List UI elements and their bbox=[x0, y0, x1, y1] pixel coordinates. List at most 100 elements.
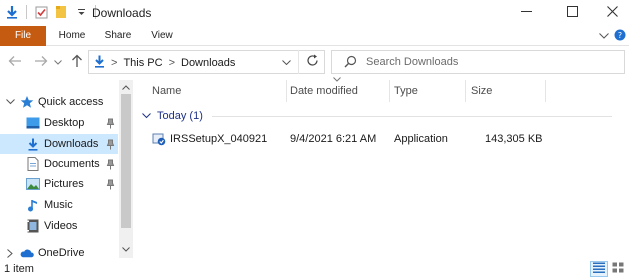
new-folder-icon[interactable] bbox=[53, 4, 69, 20]
breadcrumb-this-pc[interactable]: This PC bbox=[123, 57, 162, 69]
help-icon: ? bbox=[614, 29, 626, 44]
svg-text:?: ? bbox=[618, 31, 622, 40]
nav-item-pictures[interactable]: Pictures bbox=[0, 174, 118, 194]
nav-label: OneDrive bbox=[38, 247, 85, 259]
quick-access-toolbar bbox=[4, 4, 98, 20]
tab-file[interactable]: File bbox=[0, 26, 46, 46]
properties-check-icon[interactable] bbox=[33, 4, 49, 20]
nav-item-downloads[interactable]: Downloads bbox=[0, 134, 118, 154]
column-divider[interactable] bbox=[389, 80, 390, 102]
maximize-icon bbox=[566, 6, 578, 20]
pictures-folder-icon bbox=[26, 177, 40, 191]
pin-icon bbox=[105, 117, 115, 129]
expand-ribbon-button[interactable] bbox=[596, 28, 612, 44]
nav-label: Downloads bbox=[44, 138, 99, 150]
arrow-up-icon bbox=[71, 54, 83, 71]
search-icon bbox=[344, 55, 357, 71]
close-button[interactable] bbox=[592, 0, 629, 26]
group-header-today[interactable]: Today (1) bbox=[142, 108, 612, 124]
scroll-down-icon[interactable] bbox=[121, 244, 131, 254]
file-name: IRSSetupX_040921 bbox=[170, 133, 268, 145]
file-type: Application bbox=[394, 133, 448, 145]
refresh-icon bbox=[306, 54, 319, 70]
details-view-button[interactable] bbox=[590, 261, 608, 277]
column-header-size[interactable]: Size bbox=[471, 80, 492, 102]
breadcrumb-downloads[interactable]: Downloads bbox=[181, 57, 235, 69]
chevron-down-icon[interactable] bbox=[5, 97, 15, 107]
star-icon bbox=[20, 95, 34, 109]
scrollbar-thumb[interactable] bbox=[121, 94, 131, 228]
nav-label: Pictures bbox=[44, 178, 84, 190]
tab-view[interactable]: View bbox=[146, 26, 178, 46]
title-bar: Downloads bbox=[0, 0, 629, 26]
column-header-date-modified[interactable]: Date modified bbox=[290, 80, 358, 102]
chevron-down-icon bbox=[142, 110, 151, 122]
large-icons-view-icon bbox=[612, 262, 624, 276]
column-divider[interactable] bbox=[286, 80, 287, 102]
nav-label: Videos bbox=[44, 220, 78, 232]
status-bar: 1 item bbox=[0, 260, 629, 278]
videos-icon bbox=[26, 219, 40, 233]
refresh-button[interactable] bbox=[298, 50, 325, 74]
navigation-pane: Quick access Desktop Downloads Documents… bbox=[0, 80, 134, 259]
breadcrumb-separator: > bbox=[168, 57, 175, 69]
application-setup-icon bbox=[152, 132, 166, 149]
close-icon bbox=[606, 6, 618, 20]
search-input[interactable] bbox=[366, 54, 606, 70]
chevron-right-icon[interactable] bbox=[5, 248, 15, 258]
downloads-location-icon bbox=[94, 55, 105, 71]
file-row[interactable]: IRSSetupX_040921 9/4/2021 6:21 AM Applic… bbox=[140, 130, 545, 150]
item-count: 1 item bbox=[4, 263, 34, 275]
scroll-up-icon[interactable] bbox=[121, 82, 131, 92]
large-icons-view-button[interactable] bbox=[609, 261, 627, 277]
chevron-down-icon bbox=[54, 56, 62, 68]
column-header-type[interactable]: Type bbox=[394, 80, 418, 102]
forward-button[interactable] bbox=[32, 53, 50, 71]
customize-toolbar-chevron-icon[interactable] bbox=[73, 4, 89, 20]
toolbar-divider bbox=[26, 5, 27, 19]
column-divider[interactable] bbox=[545, 80, 546, 102]
arrow-left-icon bbox=[8, 55, 22, 70]
minimize-icon bbox=[520, 6, 532, 20]
pin-icon bbox=[105, 178, 115, 190]
window-title: Downloads bbox=[92, 6, 152, 20]
nav-label: Music bbox=[44, 199, 73, 211]
group-label: Today (1) bbox=[157, 110, 203, 122]
address-history-button[interactable] bbox=[280, 55, 292, 69]
file-size: 143,305 KB bbox=[485, 133, 543, 145]
nav-item-desktop[interactable]: Desktop bbox=[0, 113, 118, 133]
tab-share[interactable]: Share bbox=[100, 26, 136, 46]
back-button[interactable] bbox=[6, 53, 24, 71]
downloads-folder-icon bbox=[26, 137, 40, 151]
nav-item-quick-access[interactable]: Quick access bbox=[0, 92, 118, 112]
pin-icon bbox=[105, 158, 115, 170]
group-divider bbox=[212, 116, 612, 117]
nav-item-videos[interactable]: Videos bbox=[0, 216, 118, 236]
chevron-down-icon bbox=[281, 56, 291, 68]
nav-item-music[interactable]: Music bbox=[0, 195, 118, 215]
search-box[interactable] bbox=[331, 50, 625, 74]
ribbon-tabs: File Home Share View ? bbox=[0, 26, 629, 46]
tab-home[interactable]: Home bbox=[54, 26, 90, 46]
address-bar[interactable]: > This PC > Downloads bbox=[88, 50, 325, 74]
nav-pane-scrollbar[interactable] bbox=[119, 80, 133, 258]
column-divider[interactable] bbox=[465, 80, 466, 102]
pin-icon bbox=[105, 138, 115, 150]
file-list: Name Date modified Type Size Today (1) I… bbox=[140, 76, 629, 258]
arrow-right-icon bbox=[34, 55, 48, 70]
recent-locations-button[interactable] bbox=[52, 53, 64, 71]
chevron-down-icon bbox=[599, 30, 609, 42]
nav-label: Documents bbox=[44, 158, 100, 170]
nav-label: Quick access bbox=[38, 96, 104, 108]
up-button[interactable] bbox=[68, 53, 86, 71]
breadcrumb-separator: > bbox=[111, 57, 118, 69]
minimize-button[interactable] bbox=[506, 0, 546, 26]
help-button[interactable]: ? bbox=[612, 28, 628, 44]
music-icon bbox=[26, 198, 40, 212]
explorer-down-arrow-icon[interactable] bbox=[4, 4, 20, 20]
nav-item-documents[interactable]: Documents bbox=[0, 154, 118, 174]
maximize-button[interactable] bbox=[552, 0, 592, 26]
column-header-name[interactable]: Name bbox=[152, 80, 181, 102]
file-date: 9/4/2021 6:21 AM bbox=[290, 133, 377, 145]
desktop-folder-icon bbox=[26, 116, 40, 130]
